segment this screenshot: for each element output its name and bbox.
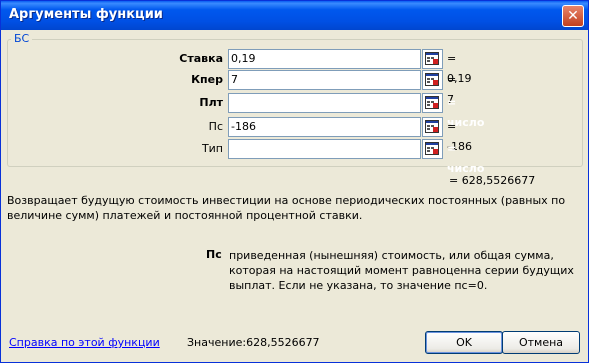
function-arguments-dialog: Аргументы функции ✕ БС Ставка 0,19 = 0,1… — [0, 0, 589, 363]
range-picker-button[interactable] — [422, 49, 443, 69]
value-readout: Значение:628,5526677 — [187, 336, 320, 349]
range-picker-icon — [425, 120, 439, 133]
range-picker-button[interactable] — [422, 93, 443, 113]
range-picker-button[interactable] — [422, 70, 443, 90]
arg-label: Пс — [208, 120, 223, 133]
arg-label: Ставка — [179, 52, 223, 65]
arg-result-hint: = число — [447, 142, 485, 175]
arg-input-ps[interactable]: -186 — [228, 117, 421, 137]
range-picker-icon — [425, 142, 439, 155]
function-help-link[interactable]: Справка по этой функции — [9, 336, 160, 349]
value-label: Значение: — [187, 336, 247, 349]
arg-label: Плт — [199, 96, 223, 109]
selected-arg-description: приведенная (нынешняя) стоимость, или об… — [229, 249, 574, 292]
window-title: Аргументы функции — [9, 7, 163, 22]
title-bar[interactable]: Аргументы функции ✕ — [1, 1, 588, 30]
range-picker-icon — [425, 96, 439, 109]
range-picker-button[interactable] — [422, 117, 443, 137]
ok-button[interactable]: OK — [425, 331, 503, 354]
function-description: Возвращает будущую стоимость инвестиции … — [7, 194, 566, 222]
value-number: 628,5526677 — [246, 336, 320, 349]
range-picker-button[interactable] — [422, 139, 443, 159]
selected-arg-name: Пс — [206, 248, 222, 261]
arg-input-tip[interactable] — [228, 139, 421, 159]
close-button[interactable]: ✕ — [562, 5, 584, 27]
arg-input-kper[interactable]: 7 — [228, 70, 421, 90]
arg-input-plt[interactable] — [228, 93, 421, 113]
range-picker-icon — [425, 73, 439, 86]
arg-label: Кпер — [191, 73, 223, 86]
cancel-button[interactable]: Отмена — [502, 331, 580, 354]
range-picker-icon — [425, 52, 439, 65]
function-name-label: БС — [11, 32, 33, 45]
arg-input-stavka[interactable]: 0,19 — [228, 49, 421, 69]
arg-label: Тип — [201, 142, 223, 155]
close-icon: ✕ — [567, 8, 579, 24]
formula-result: = 628,5526677 — [449, 174, 536, 187]
